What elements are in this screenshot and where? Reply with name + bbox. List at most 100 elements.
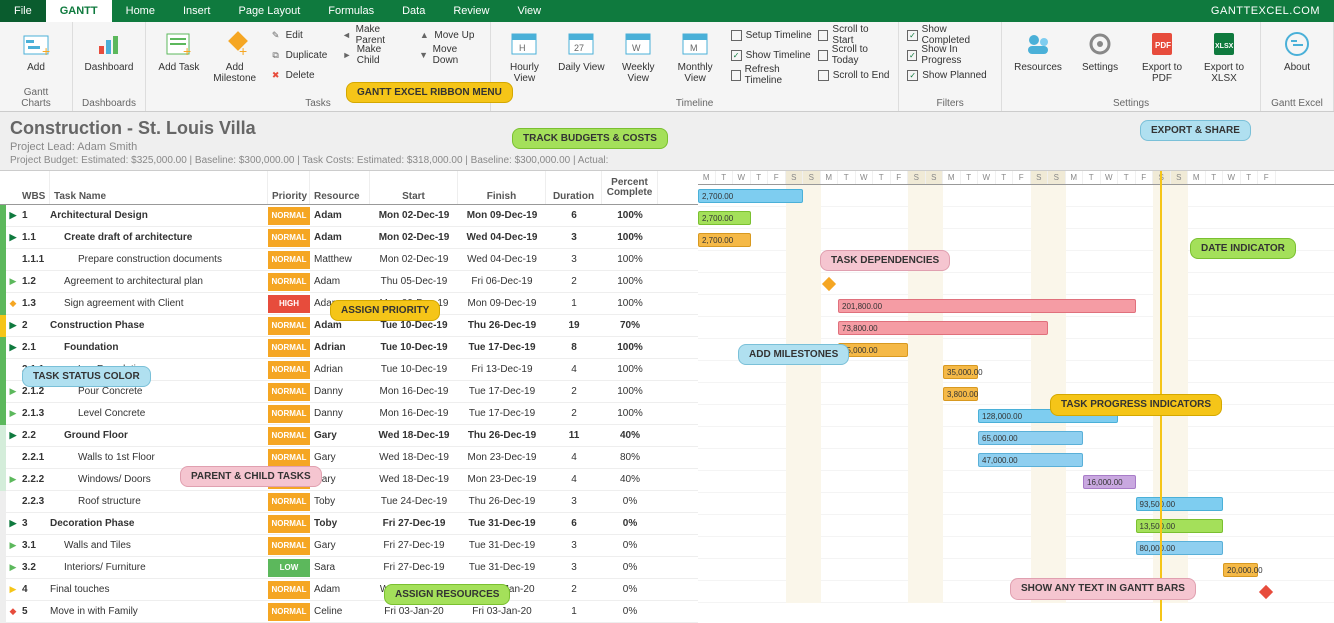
dashboard-button[interactable]: Dashboard [81, 26, 137, 75]
gantt-bar[interactable]: 2,700.00 [698, 189, 803, 203]
col-wbs[interactable]: WBS [0, 171, 50, 204]
task-row[interactable]: ▶1.2Agreement to architectural planNORMA… [0, 271, 698, 293]
col-resource[interactable]: Resource [310, 171, 370, 204]
monthly-view-button[interactable]: MMonthly View [670, 26, 721, 86]
svg-text:+: + [183, 43, 191, 58]
cell-duration: 2 [546, 276, 602, 287]
col-task-name[interactable]: Task Name [50, 171, 268, 204]
cell-finish: Tue 31-Dec-19 [458, 518, 546, 529]
menu-insert[interactable]: Insert [169, 0, 225, 22]
col-duration[interactable]: Duration [546, 171, 602, 204]
menu-review[interactable]: Review [439, 0, 503, 22]
cell-percent: 40% [602, 474, 658, 485]
cell-percent: 0% [602, 518, 658, 529]
gantt-bar[interactable]: 201,800.00 [838, 299, 1136, 313]
show-timeline-check[interactable]: ✓Show Timeline [731, 46, 812, 64]
task-row[interactable]: ▶2.2.2Windows/ DoorsNORMALGaryWed 18-Dec… [0, 469, 698, 491]
cell-start: Wed 18-Dec-19 [370, 474, 458, 485]
add-milestone-button[interactable]: + Add Milestone [210, 26, 260, 86]
weekly-view-button[interactable]: WWeekly View [613, 26, 664, 86]
show-inprogress-check[interactable]: ✓Show In Progress [907, 46, 993, 64]
task-row[interactable]: ▶3.2Interiors/ FurnitureLOWSaraFri 27-De… [0, 557, 698, 579]
col-priority[interactable]: Priority [268, 171, 310, 204]
task-row[interactable]: ▶3.1Walls and TilesNORMALGaryFri 27-Dec-… [0, 535, 698, 557]
add-task-button[interactable]: + Add Task [154, 26, 204, 75]
show-completed-check[interactable]: ✓Show Completed [907, 26, 993, 44]
gantt-bar[interactable]: 16,000.00 [1083, 475, 1136, 489]
task-row[interactable]: 1.1.1Prepare construction documentsNORMA… [0, 249, 698, 271]
refresh-timeline-check[interactable]: Refresh Timeline [731, 66, 812, 84]
milestone-marker[interactable] [1259, 585, 1273, 599]
hourly-view-button[interactable]: HHourly View [499, 26, 550, 86]
group-gantt-excel: Gantt Excel [1269, 98, 1325, 109]
edit-button[interactable]: ✎Edit [266, 26, 332, 44]
make-child-button[interactable]: ►Make Child [337, 46, 408, 64]
gantt-bar[interactable]: 13,500.00 [1136, 519, 1224, 533]
scroll-start-check[interactable]: Scroll to Start [818, 26, 891, 44]
menu-formulas[interactable]: Formulas [314, 0, 388, 22]
duplicate-button[interactable]: ⧉Duplicate [266, 46, 332, 64]
task-row[interactable]: ▶1Architectural DesignNORMALAdamMon 02-D… [0, 205, 698, 227]
delete-button[interactable]: ✖Delete [266, 66, 332, 84]
cell-finish: Fri 03-Jan-20 [458, 606, 546, 617]
gantt-bar[interactable]: 3,800.00 [943, 387, 978, 401]
gantt-bar[interactable]: 35,000.00 [943, 365, 978, 379]
milestone-marker[interactable] [821, 277, 835, 291]
settings-button[interactable]: Settings [1072, 26, 1128, 75]
gear-icon [1084, 28, 1116, 60]
show-planned-check[interactable]: ✓Show Planned [907, 66, 993, 84]
cell-wbs: 1.1.1 [20, 254, 50, 265]
cell-wbs: 2 [20, 320, 50, 331]
col-finish[interactable]: Finish [458, 171, 546, 204]
pencil-icon: ✎ [270, 29, 282, 41]
gantt-bar[interactable]: 2,700.00 [698, 233, 751, 247]
menu-data[interactable]: Data [388, 0, 439, 22]
cell-wbs: 2.2.2 [20, 474, 50, 485]
menu-home[interactable]: Home [112, 0, 169, 22]
col-start[interactable]: Start [370, 171, 458, 204]
setup-timeline-check[interactable]: Setup Timeline [731, 26, 812, 44]
gantt-bar[interactable]: 20,000.00 [1223, 563, 1258, 577]
gantt-bar[interactable]: 93,500.00 [1136, 497, 1224, 511]
callout-task-progress: TASK PROGRESS INDICATORS [1050, 394, 1222, 416]
gantt-bar[interactable]: 65,000.00 [978, 431, 1083, 445]
col-percent-complete[interactable]: PercentComplete [602, 171, 658, 204]
scroll-end-check[interactable]: Scroll to End [818, 66, 891, 84]
cell-resource: Adrian [310, 342, 370, 353]
task-row[interactable]: 2.2.1Walls to 1st FloorNORMALGaryWed 18-… [0, 447, 698, 469]
gantt-bar[interactable]: 80,000.00 [1136, 541, 1224, 555]
resources-button[interactable]: Resources [1010, 26, 1066, 75]
cell-task-name: Architectural Design [50, 210, 268, 221]
export-xlsx-button[interactable]: XLSXExport to XLSX [1196, 26, 1252, 86]
menu-file[interactable]: File [0, 0, 46, 22]
callout-track-budgets: TRACK BUDGETS & COSTS [512, 128, 668, 149]
gantt-bar[interactable]: 2,700.00 [698, 211, 751, 225]
menu-gantt[interactable]: GANTT [46, 0, 112, 22]
task-row[interactable]: ▶2.2Ground FloorNORMALGaryWed 18-Dec-19T… [0, 425, 698, 447]
cell-resource: Adrian [310, 364, 370, 375]
add-button[interactable]: + Add [8, 26, 64, 75]
gantt-bar[interactable]: 47,000.00 [978, 453, 1083, 467]
gantt-bar[interactable]: 73,800.00 [838, 321, 1048, 335]
task-row[interactable]: 2.2.3Roof structureNORMALTobyTue 24-Dec-… [0, 491, 698, 513]
task-row[interactable]: ▶2.1FoundationNORMALAdrianTue 10-Dec-19T… [0, 337, 698, 359]
callout-assign-resources: ASSIGN RESOURCES [384, 584, 510, 605]
cell-task-name: Walls and Tiles [50, 540, 268, 551]
make-parent-button[interactable]: ◄Make Parent [337, 26, 408, 44]
brand-label: GANTTEXCEL.COM [1211, 5, 1334, 17]
task-row[interactable]: ▶2.1.3Level ConcreteNORMALDannyMon 16-De… [0, 403, 698, 425]
move-down-button[interactable]: ▼Move Down [414, 46, 482, 64]
task-row[interactable]: ▶4Final touchesNORMALAdamWed 01-Jan-20Th… [0, 579, 698, 601]
daily-view-button[interactable]: 27Daily View [556, 26, 607, 75]
scroll-today-check[interactable]: Scroll to Today [818, 46, 891, 64]
about-button[interactable]: About [1269, 26, 1325, 75]
indent-icon: ► [341, 49, 352, 61]
move-up-button[interactable]: ▲Move Up [414, 26, 482, 44]
menu-page-layout[interactable]: Page Layout [224, 0, 314, 22]
callout-ribbon-menu: GANTT EXCEL RIBBON MENU [346, 82, 513, 103]
export-pdf-button[interactable]: PDFExport to PDF [1134, 26, 1190, 86]
task-row[interactable]: ▶1.1Create draft of architectureNORMALAd… [0, 227, 698, 249]
day-letter: T [996, 171, 1014, 184]
menu-view[interactable]: View [503, 0, 555, 22]
task-row[interactable]: ▶3Decoration PhaseNORMALTobyFri 27-Dec-1… [0, 513, 698, 535]
